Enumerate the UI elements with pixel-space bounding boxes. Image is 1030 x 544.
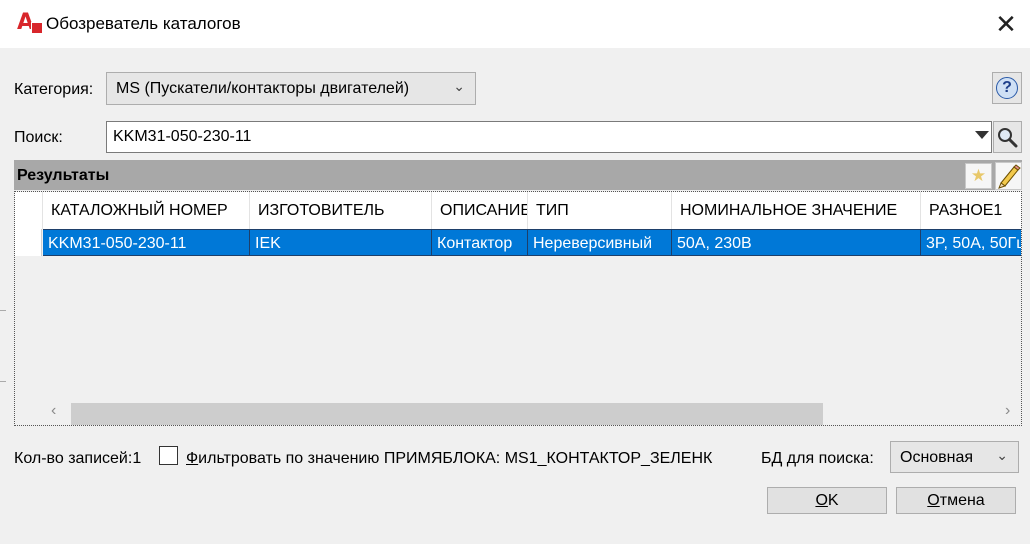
help-button[interactable]: ? (992, 72, 1022, 104)
row-header-corner (15, 192, 43, 229)
cell-type[interactable]: Нереверсивный (528, 229, 672, 256)
db-value: Основная (900, 449, 974, 466)
cell-manufacturer[interactable]: IEK (250, 229, 432, 256)
filter-label-accel: Ф (186, 450, 199, 467)
history-dropdown-icon[interactable] (975, 131, 989, 139)
title-bar: A Обозреватель каталогов ✕ (0, 0, 1030, 48)
column-header-catalog[interactable]: КАТАЛОЖНЫЙ НОМЕР (43, 192, 250, 229)
cancel-accel: О (927, 492, 940, 509)
grid-header-row: КАТАЛОЖНЫЙ НОМЕР ИЗГОТОВИТЕЛЬ ОПИСАНИЕ Т… (15, 192, 1021, 229)
category-label: Категория: (14, 81, 94, 98)
row-header[interactable] (15, 229, 42, 256)
pencil-icon (998, 164, 1021, 189)
records-count: Кол-во записей:1 (14, 450, 142, 467)
filter-label-text: ильтровать по значению ПРИМЯБЛОКА: MS1_К… (198, 450, 713, 467)
chevron-down-icon: ⌄ (996, 447, 1008, 463)
cell-rating[interactable]: 50A, 230B (672, 229, 921, 256)
column-header-rating[interactable]: НОМИНАЛЬНОЕ ЗНАЧЕНИЕ (672, 192, 921, 229)
cell-misc1[interactable]: 3P, 50A, 50Гц (921, 229, 1021, 256)
column-header-misc1[interactable]: РАЗНОЕ1 (921, 192, 1021, 229)
close-button[interactable]: ✕ (985, 6, 1027, 42)
filter-checkbox[interactable] (159, 446, 178, 465)
star-icon: ★ (970, 166, 987, 185)
ok-accel: O (815, 492, 828, 509)
search-label: Поиск: (14, 129, 63, 146)
db-label: БД для поиска: (761, 450, 874, 467)
window-edge-divider (0, 310, 6, 382)
scroll-right-icon[interactable]: › (1005, 402, 1010, 420)
column-header-description[interactable]: ОПИСАНИЕ (432, 192, 528, 229)
filter-label[interactable]: Фильтровать по значению ПРИМЯБЛОКА: MS1_… (186, 450, 760, 468)
help-icon: ? (996, 77, 1018, 99)
window-title: Обозреватель каталогов (46, 14, 241, 33)
search-button[interactable] (993, 121, 1022, 153)
search-input[interactable]: KKM31-050-230-11 (106, 121, 992, 153)
db-dropdown[interactable]: Основная ⌄ (890, 441, 1019, 473)
horizontal-scrollbar[interactable]: ‹ › (15, 400, 1021, 425)
category-value: MS (Пускатели/контакторы двигателей) (116, 80, 410, 97)
category-dropdown[interactable]: MS (Пускатели/контакторы двигателей) ⌄ (106, 72, 476, 105)
favorite-button[interactable]: ★ (965, 163, 992, 189)
cell-catalog[interactable]: KKM31-050-230-11 (43, 229, 250, 256)
scrollbar-thumb[interactable] (71, 403, 823, 425)
results-grid[interactable]: КАТАЛОЖНЫЙ НОМЕР ИЗГОТОВИТЕЛЬ ОПИСАНИЕ Т… (14, 191, 1022, 426)
results-title: Результаты (17, 167, 110, 184)
ok-button[interactable]: OK (767, 487, 887, 514)
autocad-app-icon: A (17, 12, 43, 34)
ok-label: K (827, 492, 839, 509)
cancel-label: тмена (939, 492, 985, 509)
close-icon: ✕ (995, 9, 1017, 39)
cancel-button[interactable]: Отмена (896, 487, 1016, 514)
column-header-manufacturer[interactable]: ИЗГОТОВИТЕЛЬ (250, 192, 432, 229)
results-header: Результаты (14, 160, 1022, 190)
table-row[interactable]: KKM31-050-230-11 IEK Контактор Нереверси… (15, 229, 1021, 256)
cell-description[interactable]: Контактор (432, 229, 528, 256)
column-header-type[interactable]: ТИП (528, 192, 672, 229)
magnifier-icon (998, 128, 1018, 148)
edit-button[interactable] (995, 162, 1022, 190)
scroll-left-icon[interactable]: ‹ (51, 402, 56, 420)
chevron-down-icon: ⌄ (453, 78, 465, 94)
search-value: KKM31-050-230-11 (113, 128, 252, 145)
